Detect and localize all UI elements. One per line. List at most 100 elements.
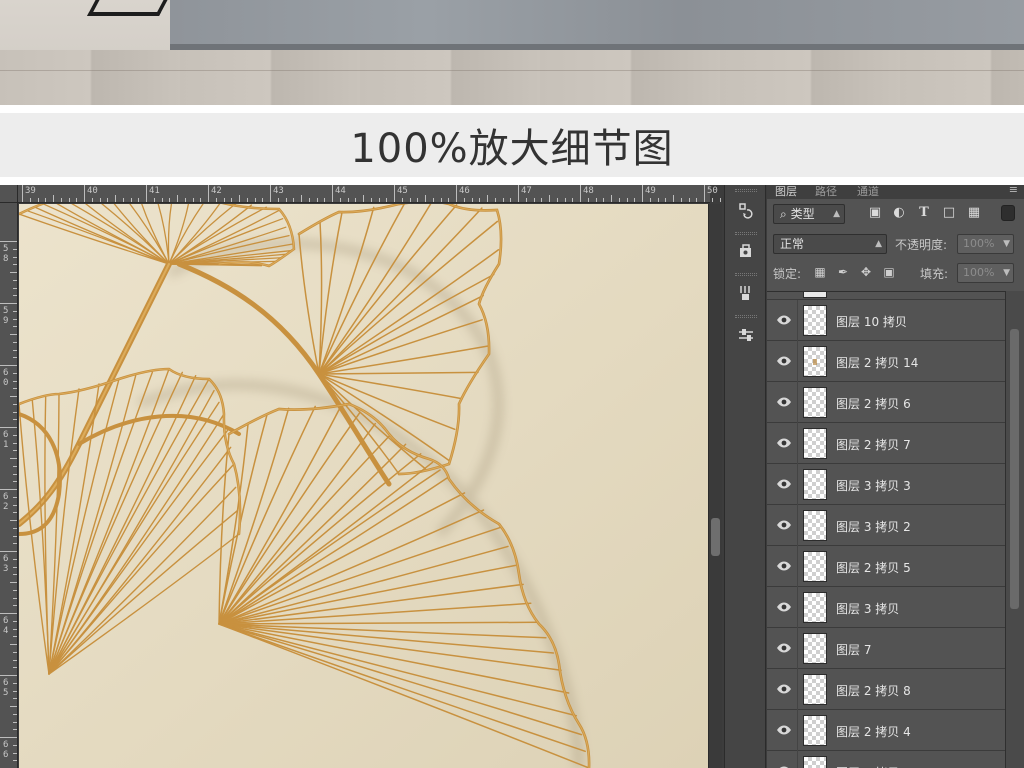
eye-visibility-icon[interactable] [776, 394, 792, 410]
layer-name[interactable]: 图层 2 拷贝 4 [836, 723, 911, 740]
layer-name[interactable]: 图层 3 拷贝 [836, 600, 899, 617]
opacity-field[interactable]: 100% ▼ [957, 234, 1014, 254]
tab-paths[interactable]: 路径 [815, 185, 837, 199]
layer-row[interactable]: 图层 2 拷贝 4 [767, 710, 1005, 751]
ruler-minor-tick [285, 198, 287, 202]
ruler-major-tick [394, 185, 395, 202]
layer-row[interactable]: 图层 7 [767, 628, 1005, 669]
layer-row[interactable]: 图层 3 拷贝 3 [767, 464, 1005, 505]
smart-object-filter-icon[interactable]: ▦ [966, 205, 982, 221]
adjustments-icon[interactable] [733, 322, 759, 348]
layer-row-partial[interactable] [767, 292, 1005, 300]
ruler-minor-tick [13, 434, 17, 436]
eye-visibility-icon[interactable] [776, 599, 792, 615]
strip-grip[interactable] [735, 189, 757, 192]
layer-thumbnail[interactable] [803, 715, 827, 746]
layer-name[interactable]: 图层 2 拷贝 8 [836, 682, 911, 699]
lock-all-icon[interactable]: ▣ [882, 265, 896, 279]
layer-thumbnail[interactable] [803, 633, 827, 664]
ruler-minor-tick [10, 582, 17, 583]
layer-filter-select[interactable]: ⌕ 类型 ▲ [773, 204, 845, 224]
ruler-label: 46 [459, 186, 470, 196]
eye-visibility-icon[interactable] [776, 763, 792, 768]
ruler-minor-tick [308, 198, 310, 202]
tab-layers[interactable]: 图层 [775, 185, 797, 199]
layer-name[interactable]: 图层 7 [836, 641, 871, 658]
ruler-minor-tick [618, 198, 620, 202]
layer-thumbnail[interactable] [803, 469, 827, 500]
layer-row[interactable]: 图层 2 拷贝 14 [767, 341, 1005, 382]
filter-toggle[interactable] [1001, 205, 1015, 221]
strip-grip[interactable] [735, 315, 757, 318]
brush-presets-icon[interactable] [733, 280, 759, 306]
document-canvas[interactable] [19, 204, 708, 768]
ruler-major-tick [0, 303, 17, 304]
layer-row[interactable]: 图层 2 拷贝 8 [767, 669, 1005, 710]
panel-menu-icon[interactable]: ≡ [1009, 185, 1018, 196]
properties-icon[interactable] [733, 239, 759, 265]
eye-visibility-icon[interactable] [776, 476, 792, 492]
layer-thumbnail[interactable] [803, 674, 827, 705]
layer-name[interactable]: 图层 3 拷贝 2 [836, 518, 911, 535]
eye-visibility-icon[interactable] [776, 722, 792, 738]
layer-row[interactable]: 图层 2 拷贝 6 [767, 382, 1005, 423]
ruler-minor-tick [603, 198, 605, 202]
fill-field[interactable]: 100% ▼ [957, 263, 1014, 283]
layer-thumbnail[interactable] [803, 428, 827, 459]
layer-list[interactable]: 图层 10 拷贝 图层 2 拷贝 14 图层 2 拷贝 6 图层 2 拷贝 7 图层 3… [767, 291, 1005, 768]
ruler-minor-tick [626, 198, 628, 202]
layer-name[interactable]: 图层 2 拷贝 5 [836, 559, 911, 576]
ruler-origin[interactable] [0, 185, 18, 203]
blend-mode-select[interactable]: 正常 ▲ [773, 234, 887, 254]
layer-row[interactable]: 图层 3 拷贝 2 [767, 505, 1005, 546]
image-filter-icon[interactable]: ▣ [867, 205, 883, 221]
layer-thumbnail[interactable] [803, 510, 827, 541]
layer-thumbnail[interactable] [803, 387, 827, 418]
canvas-vertical-scrollbar[interactable] [708, 204, 722, 768]
layer-row[interactable]: 图层 2 拷贝 5 [767, 546, 1005, 587]
lock-paint-icon[interactable]: ✒ [836, 265, 850, 279]
layer-name[interactable]: 图层 2 拷贝 7 [836, 436, 911, 453]
layer-name[interactable]: 图层 2 拷贝 2 [836, 764, 911, 768]
eye-visibility-icon[interactable] [776, 353, 792, 369]
layer-name[interactable]: 图层 3 拷贝 3 [836, 477, 911, 494]
layer-name[interactable]: 图层 2 拷贝 6 [836, 395, 911, 412]
type-filter-icon[interactable]: T [916, 205, 932, 221]
layer-row[interactable]: 图层 3 拷贝 [767, 587, 1005, 628]
lock-move-icon[interactable]: ✥ [859, 265, 873, 279]
layer-scroll-thumb[interactable] [1010, 329, 1019, 609]
strip-grip[interactable] [735, 232, 757, 235]
strip-grip[interactable] [735, 273, 757, 276]
ruler-minor-tick [13, 279, 17, 281]
eye-visibility-icon[interactable] [776, 640, 792, 656]
eye-visibility-icon[interactable] [776, 517, 792, 533]
layer-name[interactable]: 图层 2 拷贝 14 [836, 354, 918, 371]
horizontal-ruler[interactable]: 39 40 41 42 43 44 45 46 47 48 49 50 [18, 185, 760, 203]
shape-filter-icon[interactable]: □ [941, 205, 957, 221]
layer-name[interactable]: 图层 10 拷贝 [836, 313, 907, 330]
layer-row[interactable]: 图层 2 拷贝 7 [767, 423, 1005, 464]
ruler-minor-tick [448, 198, 450, 202]
layer-thumbnail[interactable] [803, 305, 827, 336]
layer-thumbnail[interactable] [803, 756, 827, 768]
tab-channels[interactable]: 通道 [857, 185, 879, 199]
eye-separator [797, 710, 798, 751]
layer-thumbnail[interactable] [803, 346, 827, 377]
eye-visibility-icon[interactable] [776, 681, 792, 697]
ruler-minor-tick [355, 198, 357, 202]
eye-visibility-icon[interactable] [776, 435, 792, 451]
layer-thumbnail[interactable] [803, 551, 827, 582]
ruler-minor-tick [680, 198, 682, 202]
layer-list-scrollbar[interactable] [1005, 291, 1024, 768]
layer-row[interactable]: 图层 2 拷贝 2 [767, 751, 1005, 768]
vertical-ruler[interactable]: 58 59 60 61 62 63 64 65 66 [0, 203, 18, 768]
eye-visibility-icon[interactable] [776, 558, 792, 574]
eye-visibility-icon[interactable] [776, 312, 792, 328]
history-icon[interactable] [733, 197, 759, 223]
canvas-scroll-thumb[interactable] [711, 518, 720, 556]
lock-transparent-icon[interactable]: ▦ [813, 265, 827, 279]
adjustment-filter-icon[interactable]: ◐ [891, 205, 907, 221]
ruler-minor-tick [719, 198, 721, 202]
layer-thumbnail[interactable] [803, 592, 827, 623]
layer-row[interactable]: 图层 10 拷贝 [767, 300, 1005, 341]
